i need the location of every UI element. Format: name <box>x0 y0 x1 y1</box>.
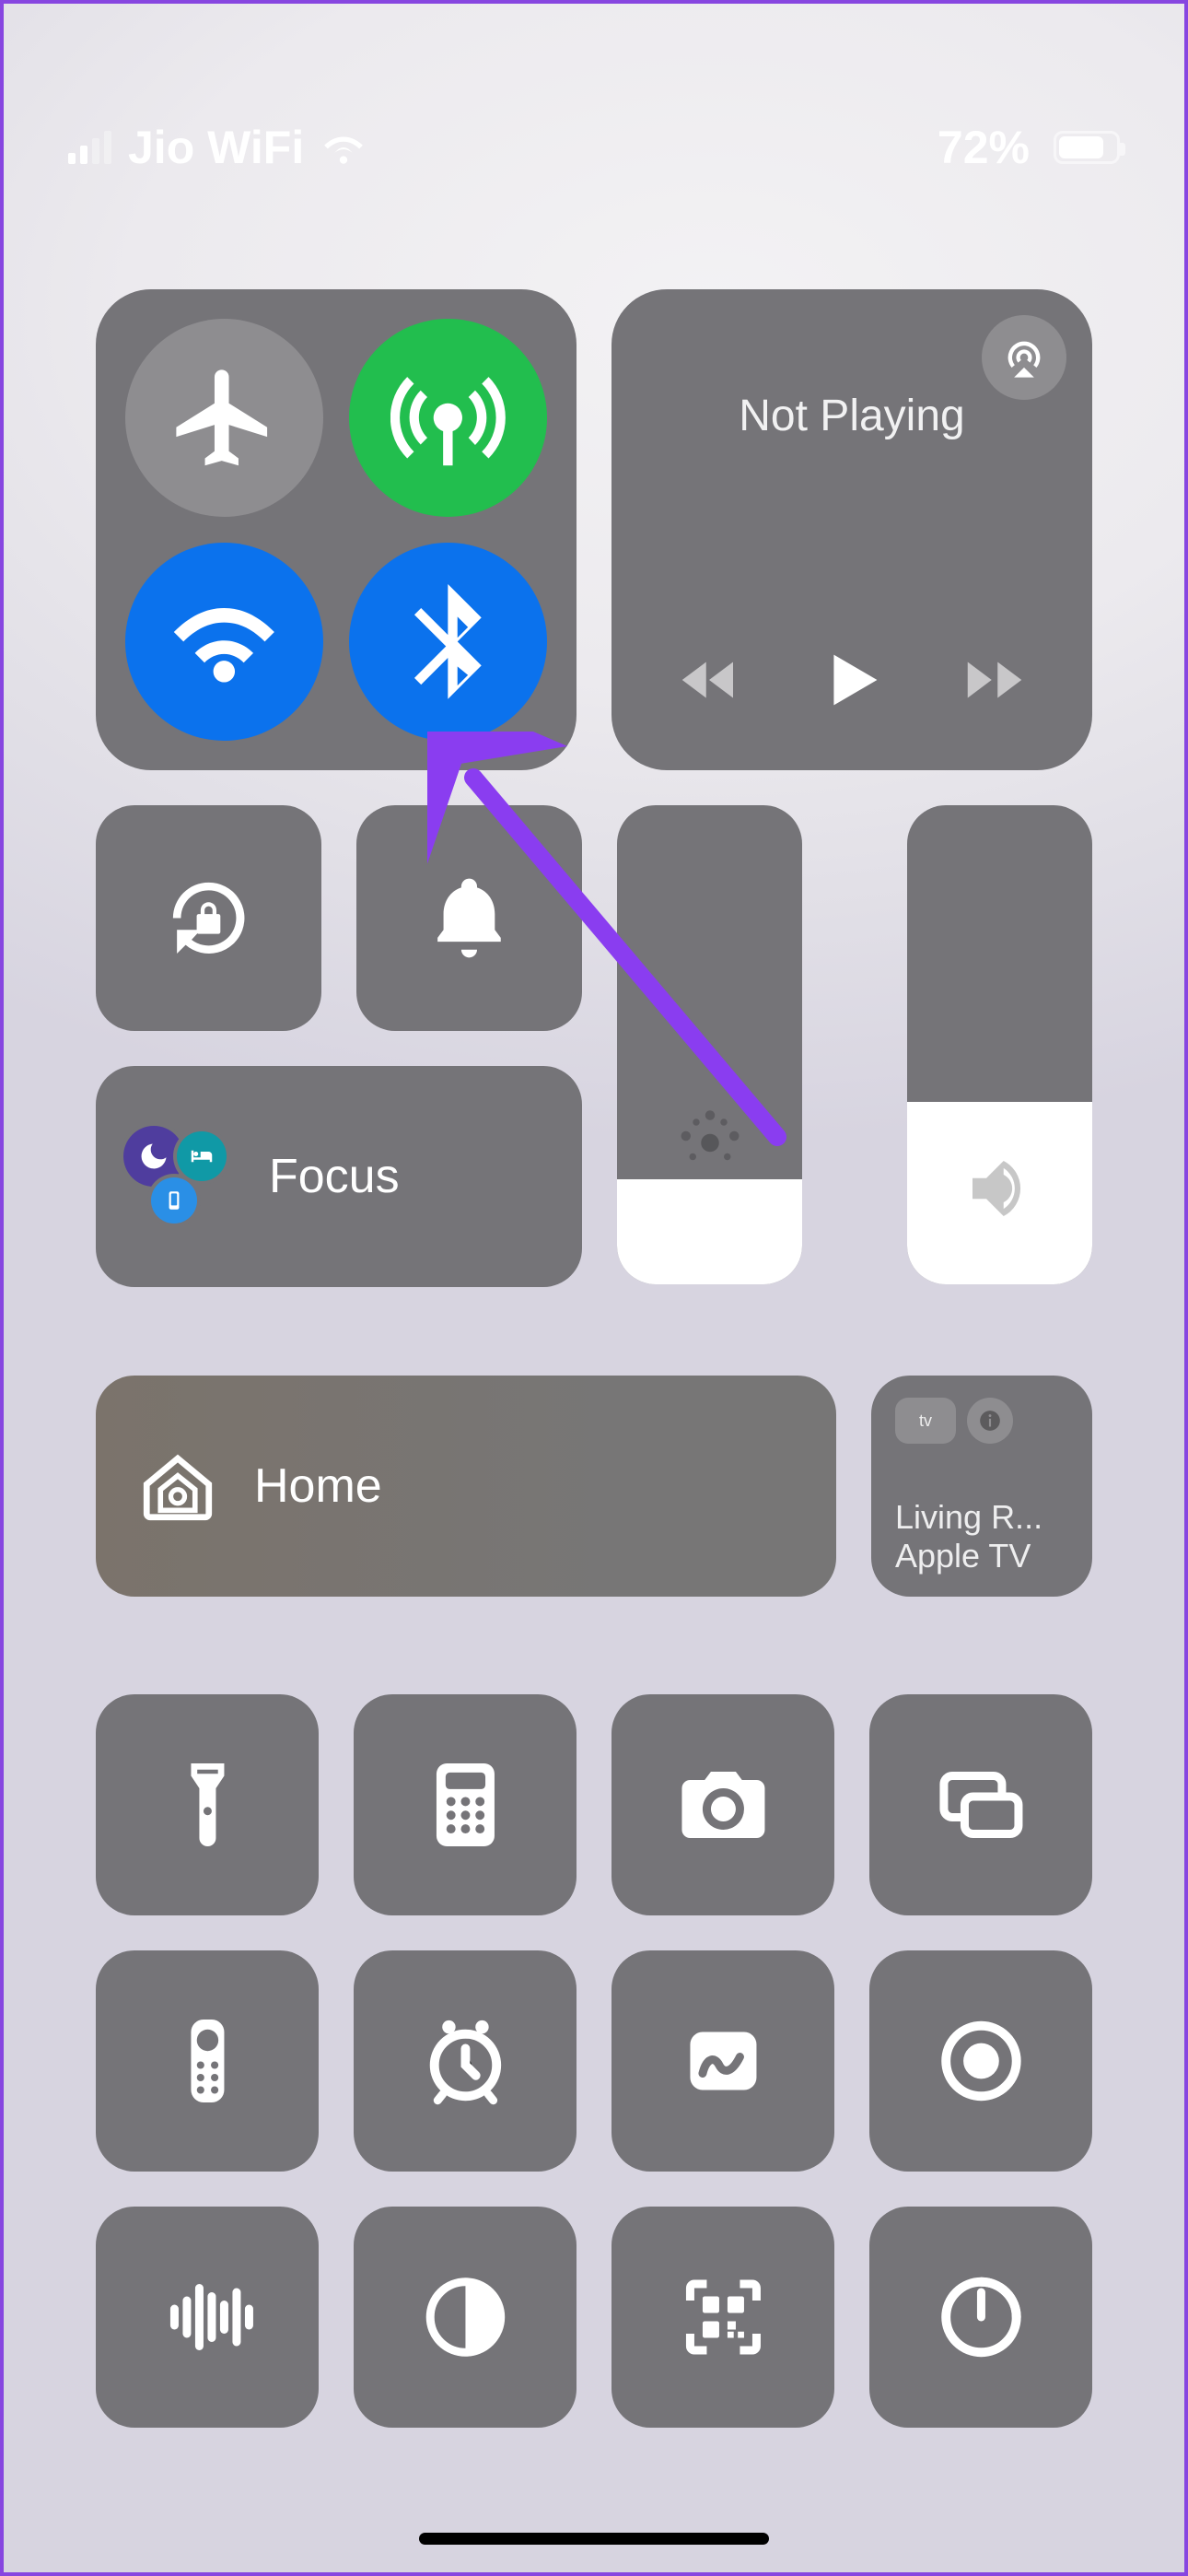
silent-toggle[interactable] <box>356 805 582 1031</box>
battery-percent: 72% <box>938 121 1030 174</box>
volume-icon <box>959 1147 1042 1230</box>
airplay-icon <box>1000 334 1048 381</box>
control-center: Jio WiFi 72% <box>4 4 1184 2572</box>
tile-grid <box>96 1694 1092 2428</box>
dark-mode-icon <box>415 2267 516 2367</box>
remote-icon <box>157 2011 258 2111</box>
screen-record-icon <box>931 2011 1031 2111</box>
flashlight-button[interactable] <box>96 1694 319 1915</box>
rewind-button[interactable] <box>673 644 745 720</box>
tv-remote-button[interactable] <box>96 1950 319 2172</box>
info-chip-icon <box>967 1398 1013 1444</box>
fast-forward-button[interactable] <box>959 644 1031 720</box>
connectivity-module[interactable] <box>96 289 577 770</box>
play-icon <box>809 637 895 723</box>
content: Not Playing <box>96 289 1092 2499</box>
rewind-icon <box>673 644 745 716</box>
bluetooth-icon <box>390 584 506 699</box>
screen-mirroring-icon <box>931 1755 1031 1855</box>
flashlight-icon <box>157 1755 258 1855</box>
tv-chip-icon: tv <box>895 1398 956 1444</box>
calculator-icon <box>415 1755 516 1855</box>
rotation-lock-toggle[interactable] <box>96 805 321 1031</box>
media-title: Not Playing <box>641 391 1063 441</box>
calculator-button[interactable] <box>354 1694 577 1915</box>
apple-tv-remote-tile[interactable]: tv Living R... Apple TV <box>871 1376 1092 1597</box>
freeform-button[interactable] <box>611 1950 834 2172</box>
play-button[interactable] <box>809 637 895 728</box>
sound-wave-icon <box>157 2267 258 2367</box>
alarm-clock-icon <box>415 2011 516 2111</box>
remote-line1: Living R... <box>895 1498 1068 1536</box>
freeform-icon <box>673 2011 774 2111</box>
fast-forward-icon <box>959 644 1031 716</box>
row-connectivity-media: Not Playing <box>96 289 1092 770</box>
wifi-icon <box>167 584 282 699</box>
camera-icon <box>673 1755 774 1855</box>
focus-icons <box>123 1126 243 1227</box>
battery-icon <box>1046 131 1120 164</box>
status-right: 72% <box>938 121 1120 174</box>
wifi-status-icon <box>320 130 367 165</box>
bed-icon <box>188 1142 215 1170</box>
home-indicator <box>419 2533 769 2545</box>
volume-slider[interactable] <box>907 805 1092 1284</box>
brightness-slider[interactable] <box>617 805 802 1284</box>
bell-icon <box>422 871 517 966</box>
screen-record-button[interactable] <box>869 1950 1092 2172</box>
media-module[interactable]: Not Playing <box>611 289 1092 770</box>
alarm-button[interactable] <box>354 1950 577 2172</box>
device-icon <box>162 1188 186 1212</box>
timer-button[interactable] <box>869 2207 1092 2428</box>
home-label: Home <box>254 1458 382 1514</box>
cell-signal-icon <box>68 131 111 164</box>
qr-icon <box>673 2267 774 2367</box>
camera-button[interactable] <box>611 1694 834 1915</box>
home-button[interactable]: Home <box>96 1376 836 1597</box>
airplay-button[interactable] <box>982 315 1066 400</box>
focus-label: Focus <box>269 1149 400 1204</box>
remote-line2: Apple TV <box>895 1537 1068 1575</box>
screen-mirroring-button[interactable] <box>869 1694 1092 1915</box>
timer-icon <box>931 2267 1031 2367</box>
bluetooth-toggle[interactable] <box>349 543 547 741</box>
carrier-label: Jio WiFi <box>128 121 304 174</box>
home-icon <box>136 1445 219 1528</box>
status-left: Jio WiFi <box>68 121 367 174</box>
antenna-icon <box>390 360 506 475</box>
rotation-lock-icon <box>161 871 256 966</box>
brightness-dots <box>669 1108 751 1164</box>
qr-scan-button[interactable] <box>611 2207 834 2428</box>
status-bar: Jio WiFi 72% <box>4 4 1184 206</box>
moon-icon <box>137 1140 170 1173</box>
row-toggles-sliders: Focus <box>96 805 1092 1287</box>
dark-mode-button[interactable] <box>354 2207 577 2428</box>
wifi-toggle[interactable] <box>125 543 323 741</box>
airplane-icon <box>167 360 282 475</box>
row-home-remote: Home tv Living R... Apple TV <box>96 1376 1092 1597</box>
sound-recognition-button[interactable] <box>96 2207 319 2428</box>
focus-button[interactable]: Focus <box>96 1066 582 1287</box>
airplane-mode-toggle[interactable] <box>125 319 323 517</box>
cellular-data-toggle[interactable] <box>349 319 547 517</box>
